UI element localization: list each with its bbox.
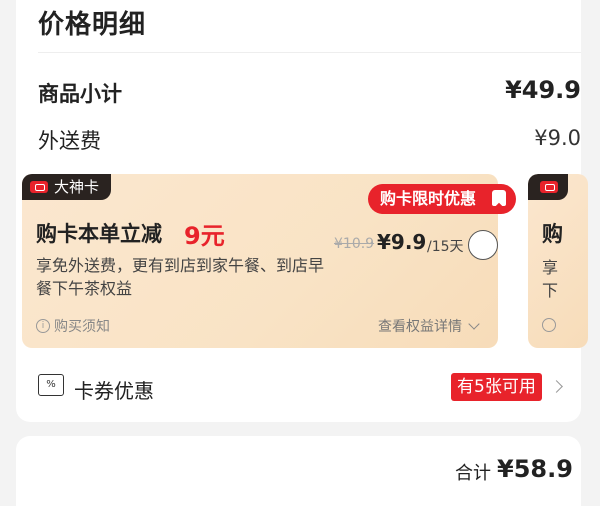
subtotal-label: 商品小计: [38, 82, 122, 106]
promo-title: 购卡本单立减: [36, 222, 162, 246]
next-offer-desc-line1: 享: [542, 258, 559, 277]
limited-offer-label: 购卡限时优惠: [380, 189, 477, 208]
thumbs-down-icon: [492, 190, 507, 206]
view-benefits-label: 查看权益详情: [378, 319, 462, 335]
card-price: ¥9.9: [377, 230, 427, 254]
delivery-fee-label: 外送费: [38, 129, 101, 153]
membership-badge: 大神卡: [22, 174, 112, 200]
total-value: ¥58.9: [497, 455, 573, 483]
purchase-notice-link[interactable]: i 购买须知: [36, 316, 110, 336]
delivery-fee-value: ¥9.0: [534, 126, 581, 150]
card-price-period: /15天: [427, 239, 464, 255]
coupon-available-badge[interactable]: 有5张可用: [451, 373, 542, 401]
chevron-down-icon: [468, 318, 480, 330]
select-card-radio[interactable]: [468, 230, 498, 260]
coupon-label[interactable]: 卡券优惠: [74, 375, 154, 404]
coupon-icon: %: [38, 374, 64, 396]
limited-offer-tag: 购卡限时优惠: [368, 184, 517, 214]
page-title: 价格明细: [38, 10, 147, 40]
subtotal-value: ¥49.9: [505, 76, 581, 104]
info-icon: [542, 318, 556, 332]
info-icon: i: [36, 319, 50, 333]
promo-description: 享免外送费，更有到店到家午餐、到店早餐下午茶权益: [36, 256, 325, 298]
original-price: ¥10.9: [334, 236, 375, 252]
purchase-notice-label: 购买须知: [54, 319, 110, 335]
view-benefits-link[interactable]: 查看权益详情: [378, 316, 480, 336]
card-logo-icon: [30, 181, 48, 193]
promo-discount-amount: 9元: [184, 222, 225, 250]
divider: [38, 52, 581, 53]
next-offer-card[interactable]: 购 享 下: [528, 174, 588, 348]
next-offer-desc-line2: 下: [542, 281, 559, 300]
total-label: 合计: [455, 463, 491, 484]
membership-badge: [528, 174, 568, 200]
card-logo-icon: [540, 181, 558, 193]
membership-card-offer[interactable]: 大神卡 购卡限时优惠 购卡本单立减 9元 享免外送费，更有到店到家午餐、到店早餐…: [22, 174, 517, 348]
next-offer-title: 购: [542, 222, 563, 246]
membership-badge-label: 大神卡: [54, 178, 100, 196]
